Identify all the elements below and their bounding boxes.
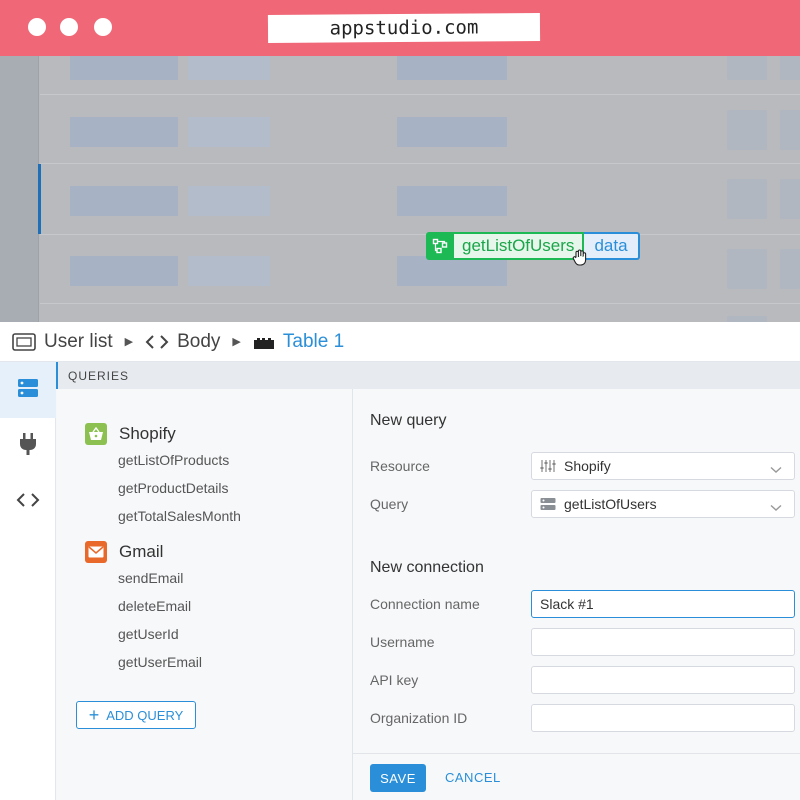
table-cell-placeholder bbox=[70, 56, 178, 80]
table-cell-placeholder bbox=[188, 186, 270, 216]
grab-cursor-icon bbox=[570, 248, 590, 273]
query-value: getListOfUsers bbox=[564, 496, 657, 512]
chevron-right-icon: ▶ bbox=[124, 336, 134, 348]
add-query-button[interactable]: + ADD QUERY bbox=[76, 701, 196, 729]
plus-icon: + bbox=[88, 705, 100, 725]
username-input[interactable] bbox=[531, 628, 795, 656]
code-icon bbox=[145, 334, 169, 350]
table-cell-placeholder bbox=[727, 56, 767, 80]
api-key-label: API key bbox=[370, 672, 419, 688]
table-cell-placeholder bbox=[397, 186, 507, 216]
new-query-title: New query bbox=[370, 412, 447, 429]
table-cell-placeholder bbox=[397, 56, 507, 80]
canvas-gutter bbox=[0, 56, 39, 322]
breadcrumb: User list ▶ Body ▶ Table 1 bbox=[0, 322, 800, 362]
table-cell-placeholder bbox=[188, 56, 270, 80]
queries-panel-header: QUERIES bbox=[56, 362, 800, 389]
table-cell-placeholder bbox=[727, 249, 767, 289]
username-label: Username bbox=[370, 634, 435, 650]
source-gmail[interactable]: Gmail bbox=[85, 541, 163, 563]
table-blocks-icon bbox=[253, 334, 275, 350]
source-name: Gmail bbox=[119, 542, 164, 561]
envelope-icon bbox=[85, 541, 107, 563]
query-item[interactable]: getProductDetails bbox=[118, 480, 229, 496]
table-row-divider bbox=[40, 303, 800, 304]
breadcrumb-item-user-list[interactable]: User list bbox=[44, 331, 113, 353]
queries-list: Shopify getListOfProducts getProductDeta… bbox=[57, 389, 353, 800]
table-row-divider bbox=[40, 163, 800, 164]
table-row-divider bbox=[40, 94, 800, 95]
app-canvas: getListOfUsers data bbox=[0, 56, 800, 322]
code-icon bbox=[16, 492, 40, 513]
table-cell-placeholder bbox=[70, 256, 178, 286]
table-cell-placeholder bbox=[727, 110, 767, 150]
connection-name-input[interactable]: Slack #1 bbox=[531, 590, 795, 618]
add-query-label: ADD QUERY bbox=[106, 707, 184, 723]
query-item[interactable]: getListOfProducts bbox=[118, 452, 229, 468]
connection-name-label: Connection name bbox=[370, 596, 480, 612]
resource-select[interactable]: Shopify bbox=[531, 452, 795, 480]
table-cell-placeholder bbox=[727, 179, 767, 219]
breadcrumb-item-body[interactable]: Body bbox=[177, 331, 220, 353]
selected-row-indicator bbox=[38, 164, 41, 234]
query-select[interactable]: getListOfUsers bbox=[531, 490, 795, 518]
sidebar-item-code[interactable] bbox=[0, 474, 56, 530]
api-key-input[interactable] bbox=[531, 666, 795, 694]
table-cell-placeholder bbox=[780, 249, 800, 289]
organization-id-input[interactable] bbox=[531, 704, 795, 732]
table-cell-placeholder bbox=[397, 256, 507, 286]
query-item[interactable]: sendEmail bbox=[118, 570, 183, 586]
flow-icon bbox=[426, 232, 454, 260]
table-cell-placeholder bbox=[780, 56, 800, 80]
query-item[interactable]: getUserId bbox=[118, 626, 179, 642]
window-maximize-dot[interactable] bbox=[94, 18, 112, 36]
query-label: Query bbox=[370, 496, 409, 512]
browser-title-bar: appstudio.com bbox=[0, 0, 800, 56]
window-close-dot[interactable] bbox=[28, 18, 46, 36]
new-connection-title: New connection bbox=[370, 559, 484, 576]
screen-icon bbox=[12, 332, 36, 351]
table-cell-placeholder bbox=[780, 179, 800, 219]
address-bar[interactable]: appstudio.com bbox=[267, 13, 541, 43]
chevron-down-icon bbox=[770, 499, 782, 515]
query-binding-pill[interactable]: getListOfUsers data bbox=[426, 232, 640, 260]
table-cell-placeholder bbox=[780, 110, 800, 150]
sidebar-item-plugins[interactable] bbox=[0, 418, 56, 474]
organization-id-label: Organization ID bbox=[370, 710, 468, 726]
sidebar-rail bbox=[0, 362, 56, 800]
binding-query-name: getListOfUsers bbox=[454, 232, 585, 260]
shopping-basket-icon bbox=[85, 423, 107, 445]
resource-label: Resource bbox=[370, 458, 430, 474]
binding-field-name: data bbox=[584, 232, 640, 260]
resource-value: Shopify bbox=[564, 458, 611, 474]
save-button[interactable]: SAVE bbox=[370, 764, 426, 792]
cancel-button[interactable]: CANCEL bbox=[445, 770, 501, 785]
table-cell-placeholder bbox=[188, 117, 270, 147]
table-cell-placeholder bbox=[70, 117, 178, 147]
breadcrumb-item-table-1[interactable]: Table 1 bbox=[283, 331, 344, 353]
database-icon bbox=[540, 497, 556, 511]
source-name: Shopify bbox=[119, 424, 176, 443]
chevron-right-icon: ▶ bbox=[232, 336, 241, 348]
query-item[interactable]: deleteEmail bbox=[118, 598, 191, 614]
plug-icon bbox=[18, 432, 38, 461]
query-item[interactable]: getUserEmail bbox=[118, 654, 202, 670]
query-item[interactable]: getTotalSalesMonth bbox=[118, 508, 241, 524]
table-cell-placeholder bbox=[70, 186, 178, 216]
source-shopify[interactable]: Shopify bbox=[85, 423, 176, 445]
table-cell-placeholder bbox=[188, 256, 270, 286]
chevron-down-icon bbox=[770, 461, 782, 477]
window-minimize-dot[interactable] bbox=[60, 18, 78, 36]
form-footer: SAVE CANCEL bbox=[353, 753, 800, 800]
table-row-divider bbox=[40, 234, 800, 235]
table-cell-placeholder bbox=[397, 117, 507, 147]
sidebar-item-queries[interactable] bbox=[0, 362, 56, 418]
sliders-icon bbox=[540, 459, 556, 473]
database-icon bbox=[17, 377, 39, 404]
query-form: New query Resource Shopify Query getList… bbox=[353, 389, 800, 800]
